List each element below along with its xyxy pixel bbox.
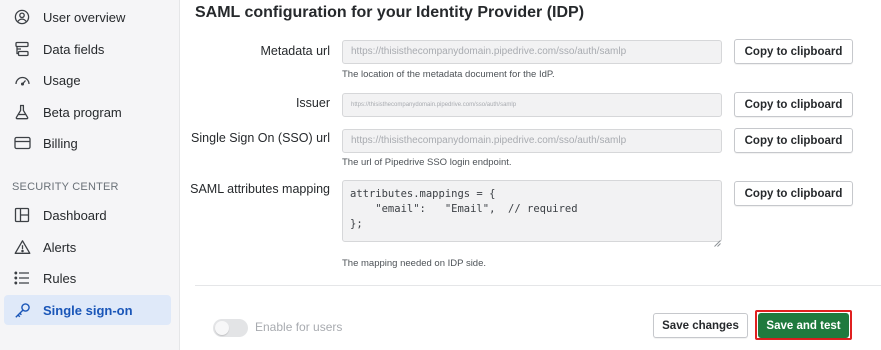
user-circle-icon	[12, 7, 32, 27]
sidebar-item-billing[interactable]: Billing	[4, 128, 171, 158]
key-icon	[12, 300, 32, 320]
sidebar-item-usage[interactable]: Usage	[4, 65, 171, 95]
sidebar-item-dashboard[interactable]: Dashboard	[4, 200, 171, 230]
main-panel: SAML configuration for your Identity Pro…	[181, 0, 881, 350]
sidebar-item-label: Rules	[43, 270, 77, 286]
flask-icon	[12, 102, 32, 122]
metadata-url-label: Metadata url	[260, 44, 330, 58]
alert-triangle-icon	[12, 237, 32, 257]
sidebar-item-label: Dashboard	[43, 207, 107, 223]
security-center-heading: SECURITY CENTER	[12, 181, 119, 193]
sso-url-field[interactable]: https://thisisthecompanydomain.pipedrive…	[342, 129, 722, 153]
sidebar-item-label: Alerts	[43, 239, 77, 255]
saml-mapping-label: SAML attributes mapping	[190, 182, 330, 196]
copy-metadata-url-button[interactable]: Copy to clipboard	[734, 39, 853, 64]
enable-for-users-toggle[interactable]	[213, 319, 248, 337]
sidebar-item-label: Billing	[43, 135, 78, 151]
saml-mapping-textarea[interactable]: attributes.mappings = { "email": "Email"…	[342, 180, 722, 242]
sidebar-item-label: Single sign-on	[43, 302, 133, 318]
resize-grip-icon[interactable]	[714, 234, 721, 247]
metadata-url-help: The location of the metadata document fo…	[342, 69, 555, 80]
copy-sso-url-button[interactable]: Copy to clipboard	[734, 128, 853, 153]
save-changes-button[interactable]: Save changes	[653, 313, 748, 338]
toggle-knob	[215, 321, 229, 335]
sidebar-item-data-fields[interactable]: Data fields	[4, 34, 171, 64]
sidebar-item-beta-program[interactable]: Beta program	[4, 97, 171, 127]
issuer-label: Issuer	[295, 96, 330, 110]
enable-for-users-label: Enable for users	[255, 320, 343, 334]
copy-issuer-button[interactable]: Copy to clipboard	[734, 92, 853, 117]
data-fields-icon	[12, 39, 32, 59]
sso-url-label: Single Sign On (SSO) url	[191, 131, 330, 145]
save-and-test-button[interactable]: Save and test	[758, 313, 849, 338]
gauge-icon	[12, 70, 32, 90]
issuer-field[interactable]: https://thisisthecompanydomain.pipedrive…	[342, 93, 722, 117]
sidebar-item-rules[interactable]: Rules	[4, 263, 171, 293]
credit-card-icon	[12, 133, 32, 153]
saml-mapping-help: The mapping needed on IDP side.	[342, 258, 487, 269]
sidebar: User overview Data fields Usage Beta pro…	[0, 0, 180, 350]
copy-saml-mapping-button[interactable]: Copy to clipboard	[734, 181, 853, 206]
sidebar-item-label: User overview	[43, 9, 126, 25]
sidebar-item-user-overview[interactable]: User overview	[4, 2, 171, 32]
sso-url-help: The url of Pipedrive SSO login endpoint.	[342, 157, 512, 168]
list-icon	[12, 268, 32, 288]
page-title: SAML configuration for your Identity Pro…	[195, 4, 585, 21]
footer-divider	[195, 285, 881, 286]
sidebar-item-label: Data fields	[43, 41, 105, 57]
metadata-url-field[interactable]: https://thisisthecompanydomain.pipedrive…	[342, 40, 722, 64]
sidebar-item-alerts[interactable]: Alerts	[4, 232, 171, 262]
sidebar-item-label: Usage	[43, 72, 81, 88]
sidebar-item-label: Beta program	[43, 104, 122, 120]
sidebar-item-single-sign-on[interactable]: Single sign-on	[4, 295, 171, 325]
dashboard-icon	[12, 205, 32, 225]
